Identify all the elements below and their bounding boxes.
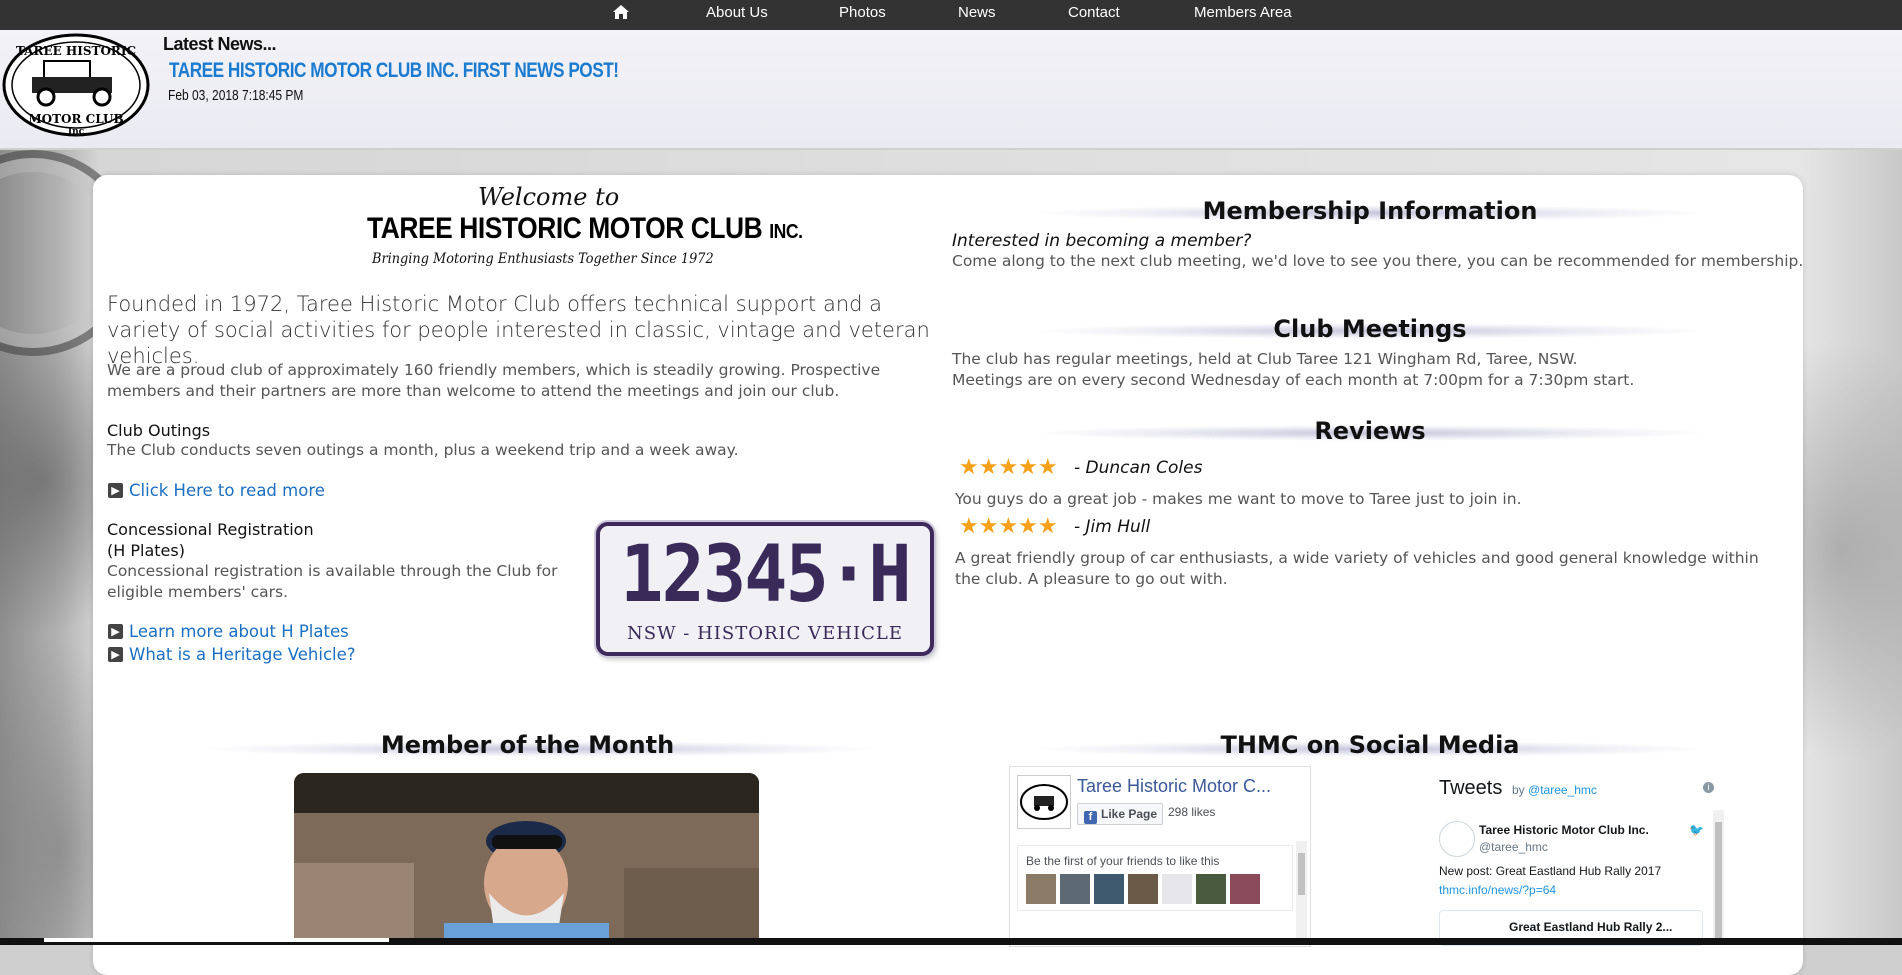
friend-avatar[interactable] [1094, 874, 1124, 904]
welcome-tagline: Bringing Motoring Enthusiasts Together S… [372, 251, 714, 267]
club-name-text: TAREE HISTORIC MOTOR CLUB [367, 212, 763, 245]
nav-contact[interactable]: Contact [1068, 0, 1120, 30]
welcome-script: Welcome to [478, 183, 620, 211]
h-plates-link[interactable]: ▶ Learn more about H Plates [108, 621, 349, 641]
membership-text: Come along to the next club meeting, we'… [952, 252, 1804, 270]
facebook-friends-box: Be the first of your friends to like thi… [1017, 845, 1293, 911]
review-stars: ★★★★★ [959, 514, 1058, 539]
nav-photos[interactable]: Photos [839, 0, 886, 30]
social-media-heading: THMC on Social Media [1220, 731, 1520, 759]
tweets-by: by @taree_hmc [1512, 783, 1597, 797]
read-more-label[interactable]: Click Here to read more [129, 481, 325, 500]
tweets-title: Tweets [1439, 777, 1503, 799]
intro-paragraph: We are a proud club of approximately 160… [107, 361, 881, 400]
twitter-scrollbar[interactable] [1713, 810, 1724, 945]
svg-text:Inc: Inc [68, 127, 85, 137]
arrow-right-icon: ▶ [108, 482, 123, 498]
club-outings-text: The Club conducts seven outings a month,… [107, 441, 739, 459]
nav-about-us[interactable]: About Us [706, 0, 768, 30]
tweet-text: New post: Great Eastland Hub Rally 2017 [1439, 864, 1662, 878]
heritage-vehicle-link[interactable]: ▶ What is a Heritage Vehicle? [108, 644, 356, 664]
heritage-vehicle-label[interactable]: What is a Heritage Vehicle? [129, 645, 356, 664]
tweets-handle-link[interactable]: @taree_hmc [1528, 783, 1597, 797]
home-icon[interactable] [612, 3, 630, 21]
friend-avatar[interactable] [1128, 874, 1158, 904]
svg-text:TAREE HISTORIC: TAREE HISTORIC [16, 44, 136, 58]
tweets-by-label: by [1512, 783, 1525, 797]
bottom-bar [0, 938, 1902, 945]
tweet-card-title[interactable]: Great Eastland Hub Rally 2... [1509, 920, 1672, 934]
review-text: A great friendly group of car enthusiast… [955, 549, 1759, 588]
review-author: - Jim Hull [1074, 517, 1151, 537]
meetings-line-1: The club has regular meetings, held at C… [952, 350, 1578, 368]
twitter-account-name[interactable]: Taree Historic Motor Club Inc. [1479, 823, 1649, 837]
svg-text:MOTOR CLUB: MOTOR CLUB [28, 112, 123, 126]
club-name-inc: INC. [769, 221, 803, 243]
facebook-scrollbar[interactable] [1296, 841, 1307, 941]
review-author: - Duncan Coles [1074, 458, 1203, 478]
latest-news-title[interactable]: TAREE HISTORIC MOTOR CLUB INC. FIRST NEW… [169, 59, 619, 83]
friend-avatar[interactable] [1230, 874, 1260, 904]
member-of-month-photo [294, 773, 759, 945]
h-plates-label[interactable]: Learn more about H Plates [129, 622, 349, 641]
latest-news-date: Feb 03, 2018 7:18:45 PM [168, 87, 304, 104]
friend-avatar[interactable] [1060, 874, 1090, 904]
twitter-bird-icon[interactable]: 🐦 [1689, 823, 1704, 837]
welcome-club-name: TAREE HISTORIC MOTOR CLUB INC. [367, 212, 803, 246]
twitter-avatar[interactable] [1439, 821, 1475, 857]
info-icon[interactable]: i [1703, 782, 1714, 793]
facebook-like-count: 298 likes [1168, 805, 1216, 819]
h-plate-image: 12345·H NSW - HISTORIC VEHICLE [596, 522, 934, 656]
facebook-friends-text: Be the first of your friends to like thi… [1026, 854, 1220, 868]
top-nav: About Us Photos News Contact Members Are… [0, 0, 1902, 31]
intro-lead: Founded in 1972, Taree Historic Motor Cl… [107, 292, 930, 368]
facebook-like-label: Like Page [1101, 807, 1158, 821]
facebook-page-name[interactable]: Taree Historic Motor C... [1077, 776, 1271, 797]
twitter-account-handle[interactable]: @taree_hmc [1479, 840, 1548, 854]
arrow-right-icon: ▶ [108, 646, 123, 662]
plate-caption: NSW - HISTORIC VEHICLE [627, 623, 903, 644]
facebook-widget: Taree Historic Motor C... f Like Page 298… [1009, 766, 1311, 947]
latest-news-label: Latest News... [163, 34, 277, 54]
facebook-like-button[interactable]: f Like Page [1077, 803, 1163, 825]
meetings-heading: Club Meetings [1273, 315, 1467, 343]
concession-heading: Concessional Registration [107, 520, 314, 539]
meetings-line-2: Meetings are on every second Wednesday o… [952, 371, 1635, 389]
membership-heading: Membership Information [1202, 197, 1538, 225]
tweet-link[interactable]: thmc.info/news/?p=64 [1439, 883, 1556, 897]
facebook-icon: f [1084, 811, 1097, 824]
member-of-month-heading: Member of the Month [380, 731, 675, 759]
read-more-link[interactable]: ▶ Click Here to read more [108, 480, 325, 500]
concession-text: Concessional registration is available t… [107, 562, 558, 601]
friend-avatar[interactable] [1026, 874, 1056, 904]
friend-avatar[interactable] [1196, 874, 1226, 904]
header: TAREE HISTORIC MOTOR CLUB Inc Latest New… [0, 30, 1902, 148]
nav-news[interactable]: News [958, 0, 996, 30]
club-outings-heading: Club Outings [107, 421, 211, 440]
concession-heading-sub: (H Plates) [107, 541, 185, 560]
friend-avatar[interactable] [1162, 874, 1192, 904]
review-stars: ★★★★★ [959, 455, 1058, 480]
twitter-widget: Tweets by @taree_hmc i Taree Historic Mo… [1428, 766, 1728, 946]
membership-question: Interested in becoming a member? [952, 231, 1252, 251]
club-logo[interactable]: TAREE HISTORIC MOTOR CLUB Inc [2, 33, 150, 138]
plate-number: 12345·H [620, 530, 911, 620]
reviews-heading: Reviews [1314, 417, 1426, 445]
facebook-page-thumbnail[interactable] [1017, 775, 1071, 829]
review-text: You guys do a great job - makes me want … [955, 490, 1522, 508]
arrow-right-icon: ▶ [108, 623, 123, 639]
nav-members-area[interactable]: Members Area [1194, 0, 1292, 30]
